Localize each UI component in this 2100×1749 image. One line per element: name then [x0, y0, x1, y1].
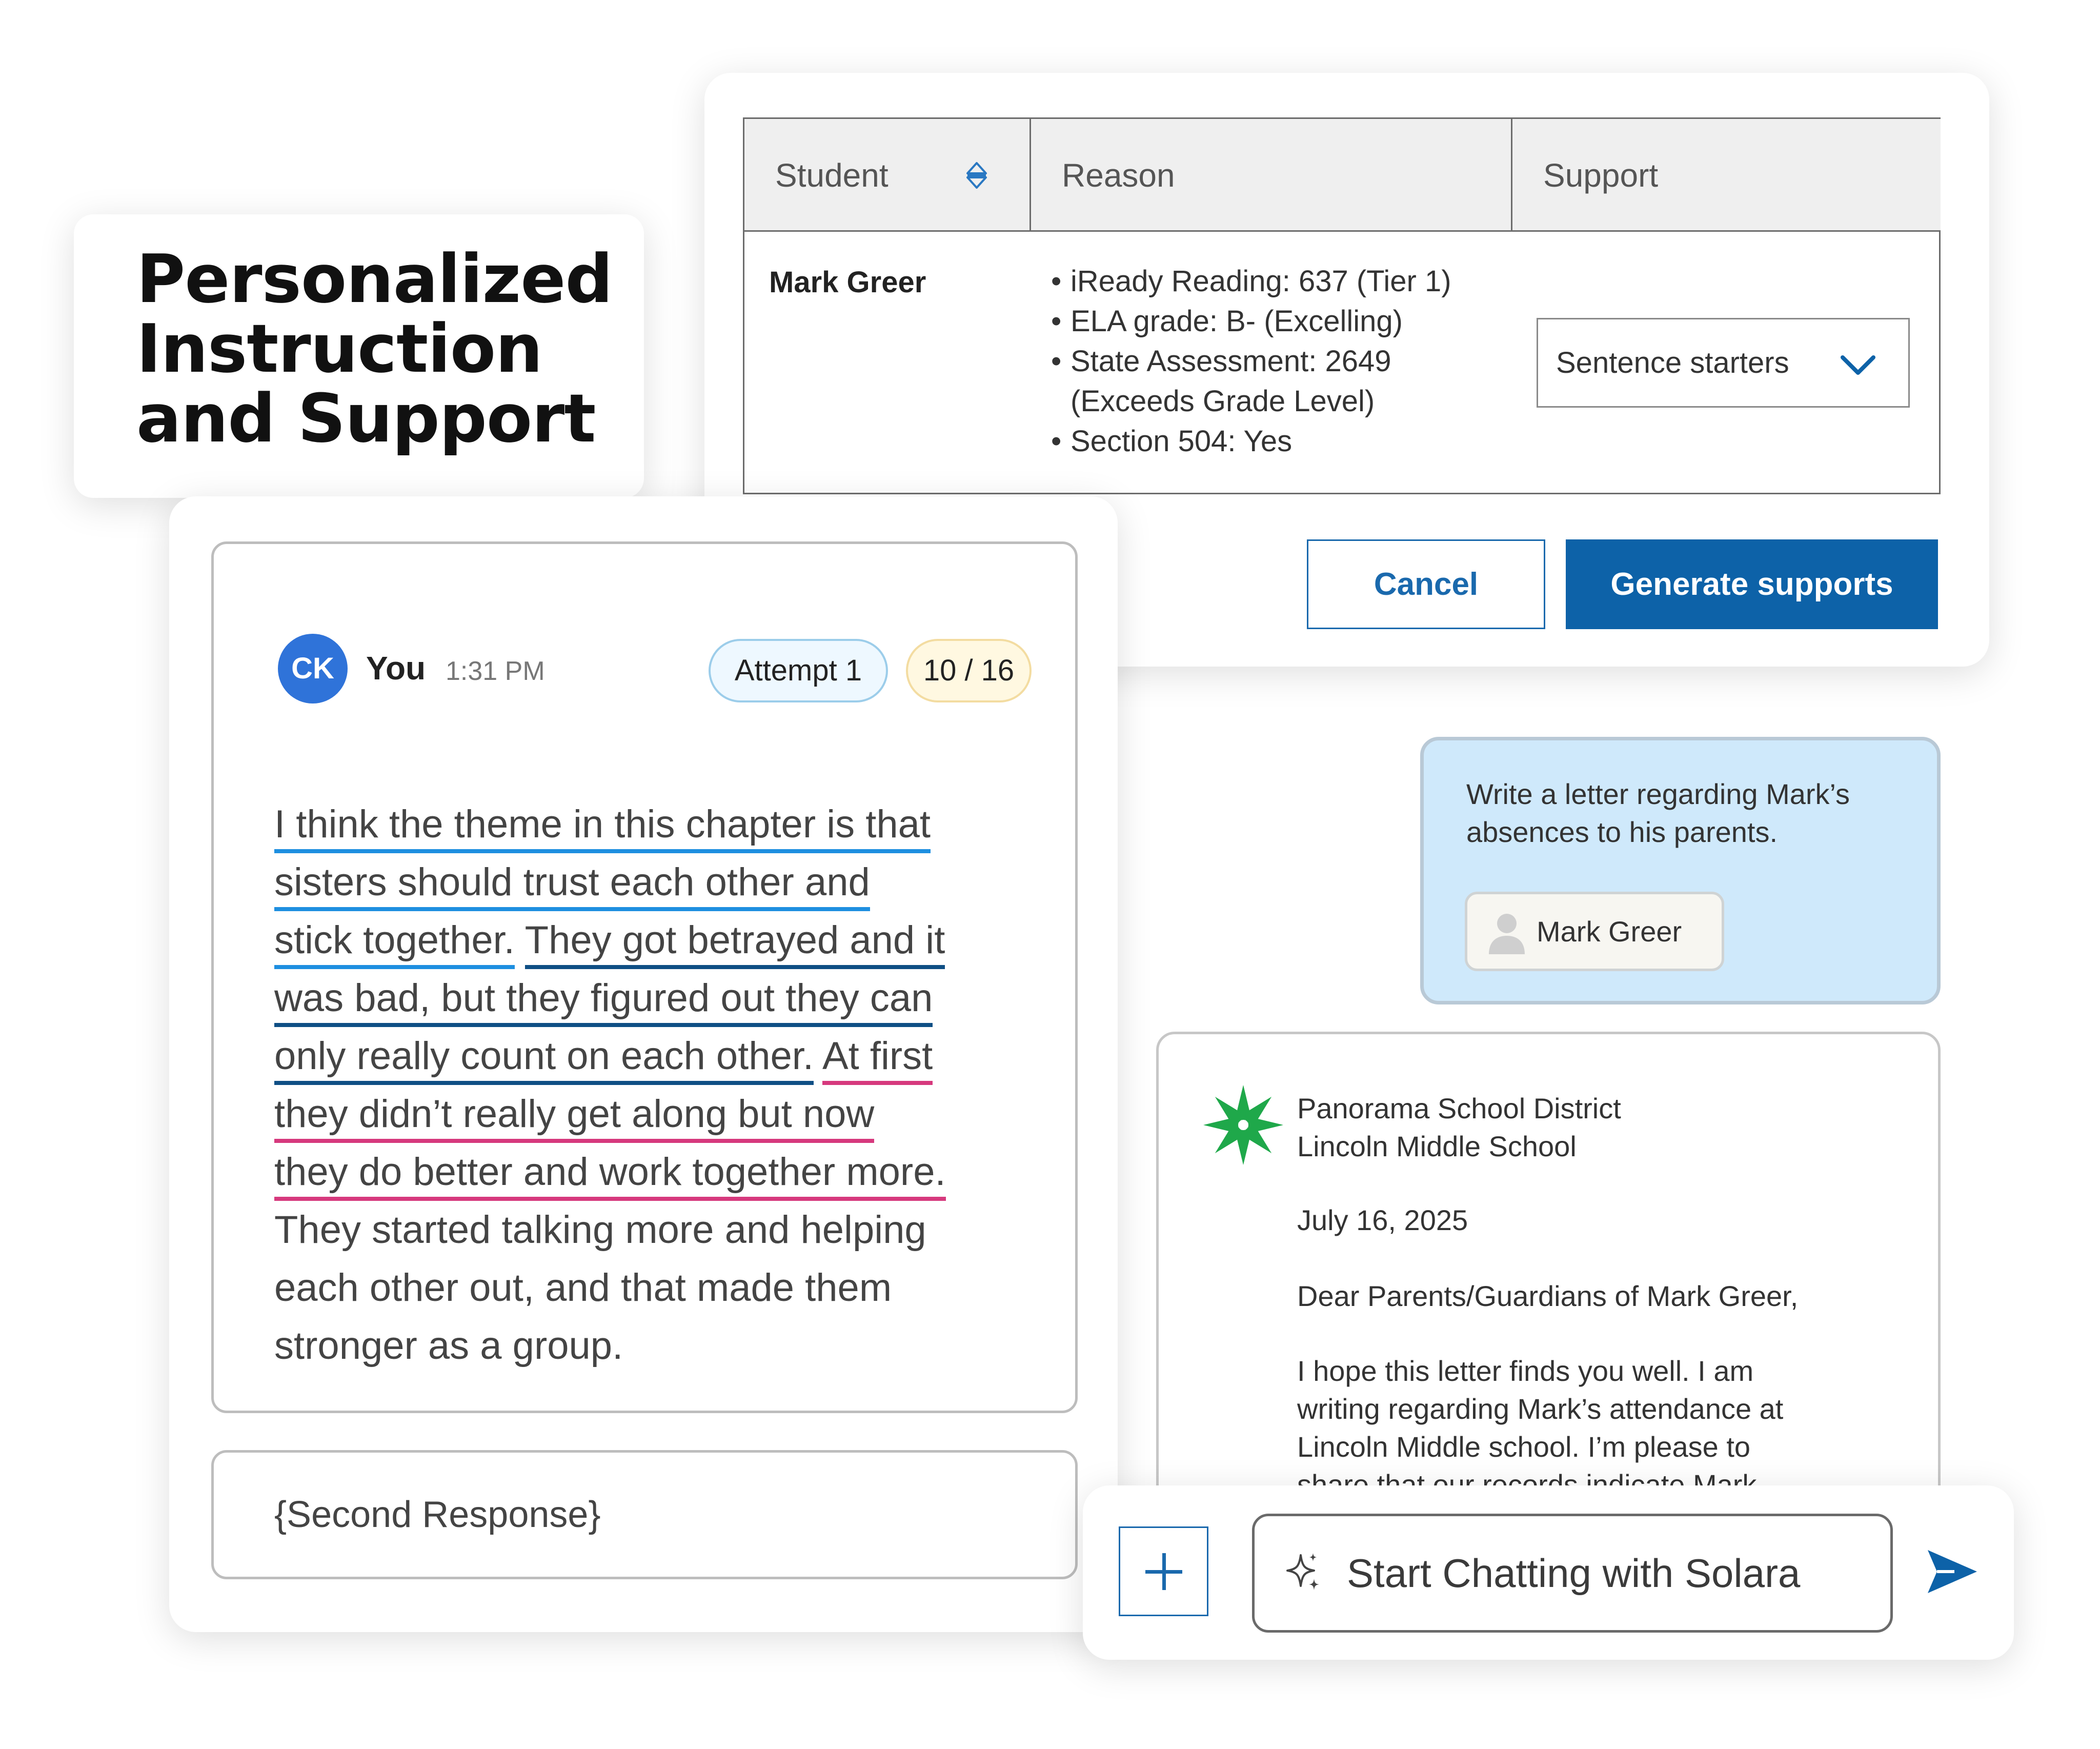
reason-item: iReady Reading: 637 (Tier 1): [1051, 262, 1502, 301]
letter-line: writing regarding Mark’s attendance at: [1297, 1393, 1784, 1425]
reason-item: State Assessment: 2649: [1051, 341, 1502, 381]
highlighted-text[interactable]: At first: [822, 1034, 933, 1085]
sparkle-icon: [1286, 1553, 1319, 1590]
person-icon: [1489, 914, 1525, 954]
chat-placeholder: Start Chatting with Solara: [1347, 1551, 1801, 1596]
avatar: CK: [278, 634, 348, 703]
title-line-3: and Support: [136, 379, 596, 457]
highlighted-text[interactable]: stick together.: [274, 918, 515, 969]
sort-icon[interactable]: [965, 161, 988, 190]
student-chip-label: Mark Greer: [1537, 915, 1682, 948]
reason-list: iReady Reading: 637 (Tier 1) ELA grade: …: [1051, 262, 1502, 461]
letter-line: I hope this letter finds you well. I am: [1297, 1355, 1754, 1387]
highlighted-text[interactable]: They got betrayed and it: [524, 918, 945, 969]
send-icon[interactable]: [1924, 1546, 1980, 1597]
reason-item-continuation: (Exceeds Grade Level): [1071, 385, 1375, 418]
response-line: stronger as a group.: [274, 1324, 623, 1368]
score-badge: 10 / 16: [906, 639, 1032, 702]
chat-bar: Start Chatting with Solara: [1083, 1485, 2014, 1660]
highlighted-text[interactable]: they didn’t really get along but now: [274, 1092, 875, 1143]
highlighted-text[interactable]: I think the theme in this chapter is tha…: [274, 802, 931, 853]
letter-greeting: Dear Parents/Guardians of Mark Greer,: [1297, 1280, 1799, 1312]
letter-header: Panorama School District Lincoln Middle …: [1297, 1090, 1621, 1165]
support-select-value: Sentence starters: [1556, 346, 1789, 379]
plus-icon[interactable]: [1119, 1526, 1208, 1616]
reason-item: ELA grade: B- (Excelling): [1051, 301, 1502, 341]
cancel-button[interactable]: Cancel: [1307, 539, 1545, 629]
prompt-text: Write a letter regarding Mark’s absences…: [1466, 778, 1850, 848]
reason-item: Section 504: Yes: [1051, 421, 1502, 461]
prompt-bubble: Write a letter regarding Mark’s absences…: [1420, 737, 1941, 1004]
district-name: Panorama School District: [1297, 1092, 1621, 1124]
column-header-reason: Reason: [1031, 119, 1512, 232]
title-line-2: Instruction: [136, 310, 543, 388]
response-text: I think the theme in this chapter is tha…: [274, 795, 1054, 1375]
student-name-cell: Mark Greer: [769, 266, 926, 299]
timestamp: 1:31 PM: [446, 656, 545, 686]
school-name: Lincoln Middle School: [1297, 1130, 1577, 1162]
response-line: each other out, and that made them: [274, 1266, 892, 1310]
student-chip[interactable]: Mark Greer: [1465, 892, 1724, 971]
letter-date: July 16, 2025: [1297, 1204, 1468, 1236]
response-line: They started talking more and helping: [274, 1208, 926, 1252]
generate-supports-button[interactable]: Generate supports: [1566, 539, 1938, 629]
letter-line: Lincoln Middle school. I’m please to: [1297, 1431, 1751, 1463]
attempt-badge: Attempt 1: [709, 639, 888, 702]
highlighted-text[interactable]: was bad, but they figured out they can: [274, 976, 933, 1027]
chat-input[interactable]: Start Chatting with Solara: [1252, 1514, 1893, 1633]
district-logo-icon: [1203, 1085, 1283, 1165]
page-title: Personalized Instruction and Support: [136, 244, 629, 453]
title-line-1: Personalized: [136, 240, 613, 318]
response-box: CK You 1:31 PM Attempt 1 10 / 16 I think…: [211, 541, 1078, 1413]
column-header-support: Support: [1512, 119, 1941, 232]
second-response-box[interactable]: {Second Response}: [211, 1450, 1078, 1579]
highlighted-text[interactable]: only really count on each other.: [274, 1034, 814, 1085]
title-card: Personalized Instruction and Support: [74, 214, 644, 498]
column-header-student-label: Student: [775, 157, 889, 194]
chevron-down-icon: [1841, 355, 1875, 375]
highlighted-text[interactable]: sisters should trust each other and: [274, 860, 870, 911]
letter-body: I hope this letter finds you well. I am …: [1297, 1352, 1902, 1504]
support-table: Student Reason Support Mark Greer iReady…: [743, 117, 1941, 494]
column-header-student[interactable]: Student: [744, 119, 1031, 232]
highlighted-text[interactable]: they do better and work together more.: [274, 1150, 946, 1201]
support-select[interactable]: Sentence starters: [1537, 318, 1910, 408]
author-name: You: [366, 650, 426, 687]
student-response-card: CK You 1:31 PM Attempt 1 10 / 16 I think…: [169, 496, 1118, 1632]
